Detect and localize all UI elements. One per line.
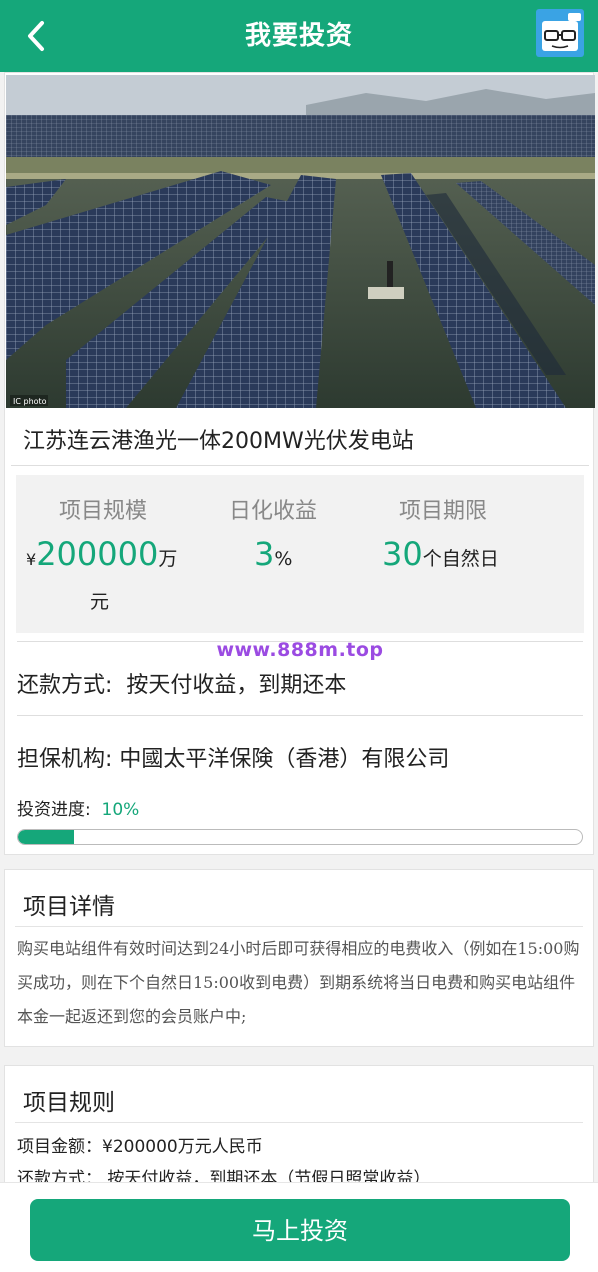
progress-fill [18, 830, 75, 844]
progress-percent: 10% [101, 800, 140, 820]
scale-value: ¥200000万 [26, 535, 178, 573]
scale-label: 项目规模 [58, 499, 147, 524]
rules-title: 项目规则 [23, 1090, 115, 1116]
yield-label: 日化收益 [228, 499, 317, 524]
app-header: 我要投资 [0, 0, 598, 72]
rule-repayment: 还款方式： 按天付收益，到期还本（节假日照常收益） [17, 1169, 431, 1182]
divider [15, 1122, 583, 1123]
rules-card: 项目规则 项目金额：¥200000万元人民币 还款方式： 按天付收益，到期还本（… [4, 1065, 594, 1182]
page-title: 我要投资 [244, 21, 353, 51]
progress-bar [17, 829, 583, 845]
cartoon-avatar-icon [536, 9, 584, 57]
term-value: 30个自然日 [382, 535, 499, 573]
footer-bar: 马上投资 [0, 1182, 598, 1272]
solar-farm-photo: IC photo [6, 75, 595, 408]
divider [17, 715, 583, 716]
scale-unit: 元 [90, 591, 110, 613]
divider [11, 465, 589, 466]
watermark-text: www.888m.top [216, 639, 384, 661]
repayment-method: 还款方式: 按天付收益，到期还本 [17, 673, 347, 698]
avatar[interactable] [536, 9, 584, 57]
project-name: 江苏连云港渔光一体200MW光伏发电站 [23, 429, 414, 454]
details-text: 购买电站组件有效时间达到24小时后即可获得相应的电费收入（例如在15:00购买成… [17, 939, 580, 1026]
yield-value: 3% [254, 535, 293, 573]
details-card: 项目详情 购买电站组件有效时间达到24小时后即可获得相应的电费收入（例如在15:… [4, 869, 594, 1047]
divider [15, 926, 583, 927]
project-card: IC photo 江苏连云港渔光一体200MW光伏发电站 项目规模 ¥20000… [4, 72, 595, 855]
term-label: 项目期限 [398, 499, 487, 524]
content-scroll[interactable]: IC photo 江苏连云港渔光一体200MW光伏发电站 项目规模 ¥20000… [0, 72, 598, 1182]
project-stats: 项目规模 ¥200000万 元 日化收益 3% 项目期限 30个自然日 [16, 475, 584, 633]
progress-label: 投资进度: 10% [17, 800, 140, 820]
svg-text:IC photo: IC photo [13, 397, 47, 406]
rule-amount: 项目金额：¥200000万元人民币 [17, 1137, 263, 1157]
invest-now-button[interactable]: 马上投资 [30, 1199, 570, 1261]
details-title: 项目详情 [23, 894, 115, 920]
guarantor: 担保机构: 中國太平洋保険（香港）有限公司 [17, 747, 450, 772]
